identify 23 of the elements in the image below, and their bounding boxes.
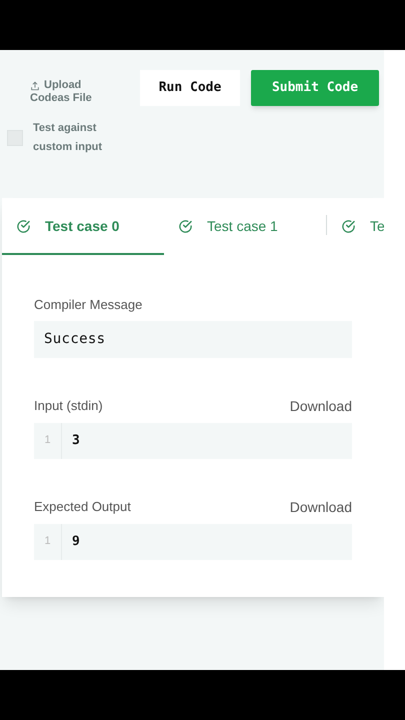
line-number: 1 (34, 422, 62, 458)
compiler-message-label: Compiler Message (34, 296, 144, 314)
download-link[interactable]: Download (290, 496, 352, 518)
code-line: 9 (71, 532, 80, 551)
upload-icon (30, 80, 40, 90)
upload-button[interactable]: Upload Codeas File (30, 79, 130, 105)
section-label: Input (stdin) (34, 396, 103, 415)
check-circle-icon (16, 219, 31, 234)
test-case-tab[interactable]: Te (327, 200, 384, 255)
custom-input-label: Test against custom input (33, 121, 102, 155)
check-circle-icon (178, 219, 193, 234)
test-case-tab[interactable]: Test case 0 (2, 200, 164, 255)
section-label: Expected Output (34, 498, 131, 516)
line-number: 1 (34, 524, 62, 560)
submit-code-button[interactable]: Submit Code (251, 70, 379, 106)
check-circle-icon (341, 219, 356, 234)
download-link[interactable]: Download (290, 396, 352, 416)
code-line: 3 (71, 432, 80, 450)
compiler-message-box: Success (34, 320, 352, 358)
upload-label: Codeas File (30, 92, 92, 105)
test-case-tab[interactable]: Test case 1 (164, 200, 326, 255)
upload-label: Upload (44, 79, 82, 92)
run-code-button[interactable]: Run Code (140, 70, 240, 106)
